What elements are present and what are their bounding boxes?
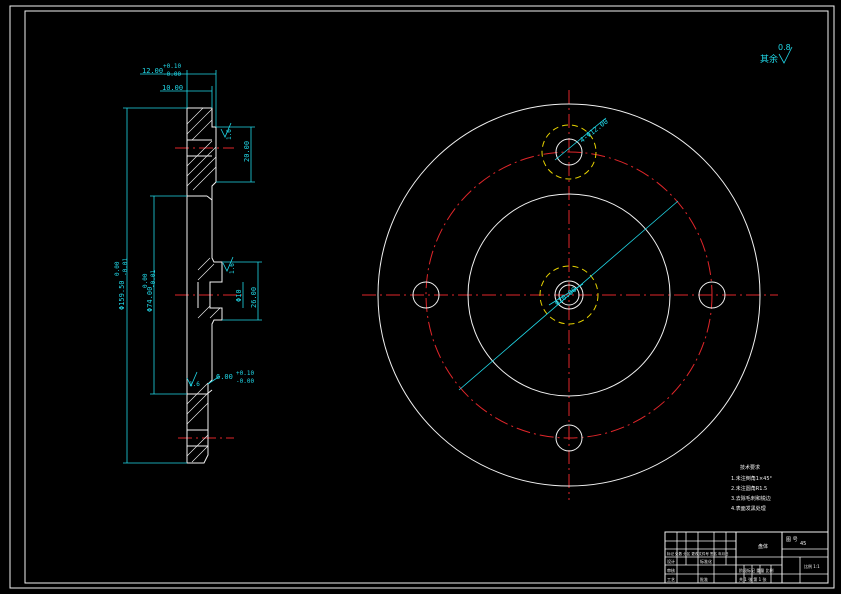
dim-text-inner: Φ74.00: [146, 287, 154, 312]
dim-text-outer-lower: -0.01: [122, 258, 129, 276]
front-view: 4-Φ12.00 Φ20.00: [362, 90, 778, 500]
title-cell-standard: 标准化: [700, 558, 712, 564]
dim-text-12: 12.00: [142, 67, 163, 75]
dim-text-hole-callout: 4-Φ12.00: [578, 118, 609, 145]
hatch-upper: [186, 107, 217, 191]
roughness-note: 其余 0.8: [760, 43, 793, 65]
hatch-hub: [197, 257, 221, 319]
title-cell-design: 设计: [667, 558, 675, 564]
dim-text-outer: Φ159.50: [118, 280, 126, 310]
title-cell-scale: 比例 1:1: [804, 563, 820, 569]
dim-text-outer-upper: 0.00: [114, 261, 121, 276]
roughness-text-2: 1.6: [229, 263, 236, 274]
tech-note-1: 1.未注倒角1×45°: [731, 475, 773, 482]
dim-text-6-lower: -0.00: [236, 378, 254, 385]
dim-text-20: 20.00: [243, 141, 251, 162]
dim-text-bore: Φ10: [235, 289, 243, 302]
dim-text-12-upper: +0.10: [163, 63, 181, 70]
section-edge-2: [206, 195, 213, 201]
dim-text-6-upper: +0.10: [236, 370, 254, 377]
hatch-lower: [186, 382, 209, 463]
title-block-frame: [664, 531, 829, 584]
dim-text-inner-upper: 0.00: [142, 273, 149, 288]
tech-note-4: 4.表面发黑处理: [731, 505, 766, 512]
title-cell-approve: 批准: [700, 576, 708, 582]
dim-text-6: 6.00: [216, 373, 233, 381]
title-cell-stage: 阶段标记 重量 比例: [739, 567, 774, 573]
roughness-text-3: 1.6: [189, 381, 200, 388]
title-cell-revision: 标记 处数 分区 更改文件号 签名 年月日: [667, 551, 729, 556]
tech-note-3: 3.去除毛刺和锐边: [731, 495, 771, 502]
title-block: 图 号 盘体 45 阶段标记 重量 比例 共 1 张 第 1 张 比例 1:1 …: [664, 531, 829, 584]
outer-border: [9, 5, 835, 589]
technical-notes: 技术要求 1.未注倒角1×45° 2.未注圆角R1.5 3.去除毛刺和锐边 4.…: [731, 464, 773, 512]
title-cell-review: 审核: [667, 567, 675, 573]
roughness-note-label: 其余: [760, 53, 778, 65]
cad-drawing: 12.00 +0.10 -0.00 10.00 20.00 Φ159.50 0.…: [9, 5, 835, 589]
title-cell-drawing-no: 图 号: [786, 537, 798, 543]
tech-notes-title: 技术要求: [740, 464, 760, 471]
dim-text-inner-lower: -0.01: [150, 270, 157, 288]
side-section-view: 12.00 +0.10 -0.00 10.00 20.00 Φ159.50 0.…: [114, 63, 262, 464]
roughness-text-1: 1.6: [226, 129, 233, 140]
roughness-note-value: 0.8: [778, 43, 791, 52]
dim-text-26: 26.00: [250, 287, 258, 308]
dim-text-12-lower: -0.00: [163, 71, 181, 78]
tech-note-2: 2.未注圆角R1.5: [731, 485, 767, 492]
part-outline: [186, 107, 223, 464]
title-cell-part-name: 盘体: [758, 543, 768, 550]
title-cell-material: 45: [800, 541, 806, 547]
title-cell-sheets: 共 1 张 第 1 张: [739, 576, 766, 582]
dim-text-10: 10.00: [162, 84, 183, 92]
title-cell-process: 工艺: [667, 577, 675, 582]
